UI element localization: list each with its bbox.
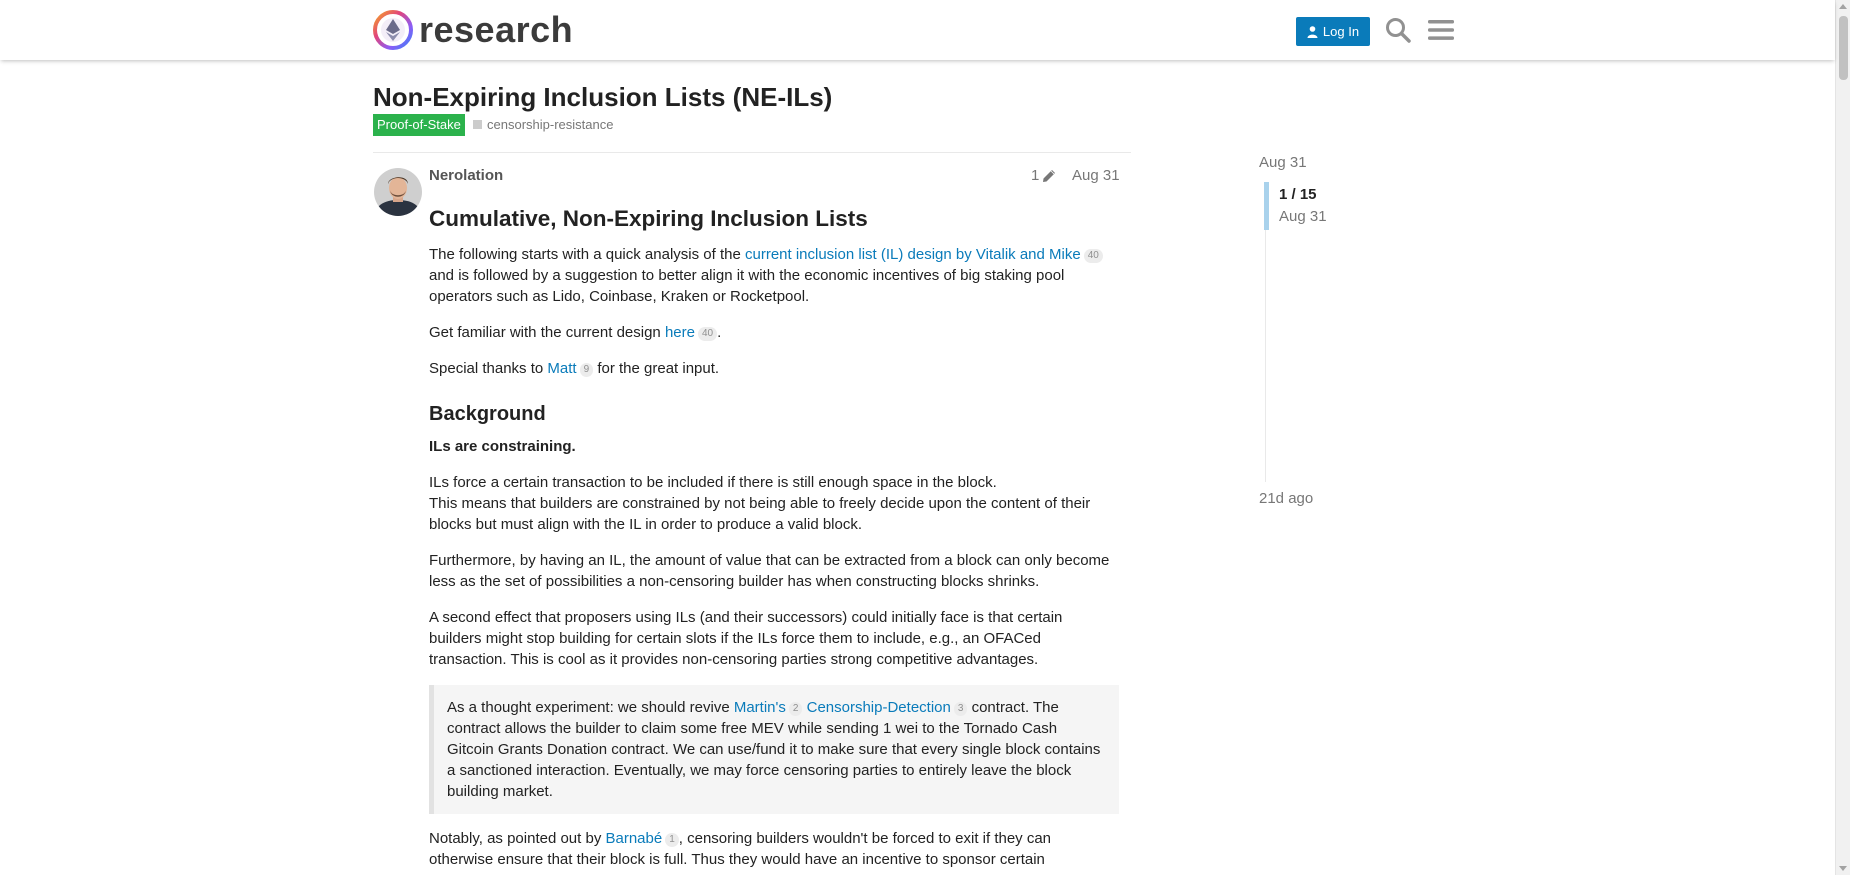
link-click-count: 40	[1083, 249, 1103, 263]
inline-link[interactable]: here	[665, 324, 695, 341]
timeline-scroller-handle[interactable]	[1264, 182, 1269, 230]
blockquote: As a thought experiment: we should reviv…	[429, 685, 1119, 814]
timeline-position-date: Aug 31	[1279, 208, 1327, 225]
search-icon	[1386, 18, 1411, 43]
pencil-icon	[1043, 169, 1056, 182]
scroll-up-arrow-icon[interactable]	[1839, 4, 1847, 9]
timeline-start-date[interactable]: Aug 31	[1259, 154, 1307, 171]
site-logo[interactable]: research	[373, 9, 573, 51]
tag-label: censorship-resistance	[487, 117, 614, 132]
topic-title[interactable]: Non-Expiring Inclusion Lists (NE-ILs)	[373, 82, 832, 113]
scrollbar-thumb[interactable]	[1839, 16, 1848, 80]
inline-link[interactable]: Martin's	[734, 699, 786, 716]
logo-icon	[373, 10, 413, 50]
topic-tag[interactable]: censorship-resistance	[473, 117, 613, 132]
edit-count: 1	[1031, 167, 1040, 184]
search-button[interactable]	[1382, 14, 1414, 46]
paragraph: A second effect that proposers using ILs…	[429, 609, 1063, 668]
inline-link[interactable]: Barnabé	[606, 830, 663, 847]
category-badge[interactable]: Proof-of-Stake	[373, 114, 465, 136]
section-heading: Background	[429, 403, 546, 425]
hamburger-menu-button[interactable]	[1425, 14, 1457, 46]
post-heading: Cumulative, Non-Expiring Inclusion Lists	[429, 206, 868, 231]
page-scrollbar[interactable]	[1835, 0, 1850, 875]
link-click-count: 9	[579, 363, 594, 377]
post-date[interactable]: Aug 31	[1072, 167, 1120, 184]
paragraph: The following starts with a quick analys…	[429, 244, 1119, 307]
link-click-count: 3	[953, 702, 968, 716]
user-icon	[1307, 25, 1318, 38]
paragraph: ILs force a certain transaction to be in…	[429, 474, 1091, 533]
paragraph: Special thanks to Matt 9 for the great in…	[429, 360, 720, 377]
tag-square-icon	[473, 120, 482, 129]
site-header: research Log In	[0, 0, 1835, 60]
post-body: Cumulative, Non-Expiring Inclusion Lists…	[429, 205, 1119, 875]
scroll-down-arrow-icon[interactable]	[1839, 866, 1847, 871]
logo-text: research	[419, 9, 574, 50]
timeline-end-date[interactable]: 21d ago	[1259, 490, 1313, 507]
inline-link[interactable]: Matt	[547, 360, 576, 377]
link-click-count: 40	[697, 327, 718, 341]
post-author[interactable]: Nerolation	[429, 167, 503, 184]
paragraph: Furthermore, by having an IL, the amount…	[429, 552, 1110, 590]
edit-history-button[interactable]: 1	[1031, 167, 1056, 184]
paragraph: Get familiar with the current design her…	[429, 324, 722, 341]
inline-link[interactable]: current inclusion list (IL) design by Vi…	[745, 246, 1081, 263]
timeline-position: 1 / 15	[1279, 186, 1317, 203]
paragraph: Notably, as pointed out by Barnabé 1, cen…	[429, 830, 1052, 868]
link-click-count: 2	[788, 702, 803, 716]
login-button[interactable]: Log In	[1296, 17, 1370, 46]
avatar[interactable]	[374, 168, 422, 216]
divider	[373, 152, 1131, 153]
inline-link[interactable]: Censorship-Detection	[807, 699, 951, 716]
menu-icon	[1428, 20, 1454, 40]
paragraph: ILs are constraining.	[429, 438, 576, 455]
login-label: Log In	[1322, 24, 1360, 39]
link-click-count: 1	[665, 833, 679, 847]
avatar-image	[374, 168, 422, 216]
